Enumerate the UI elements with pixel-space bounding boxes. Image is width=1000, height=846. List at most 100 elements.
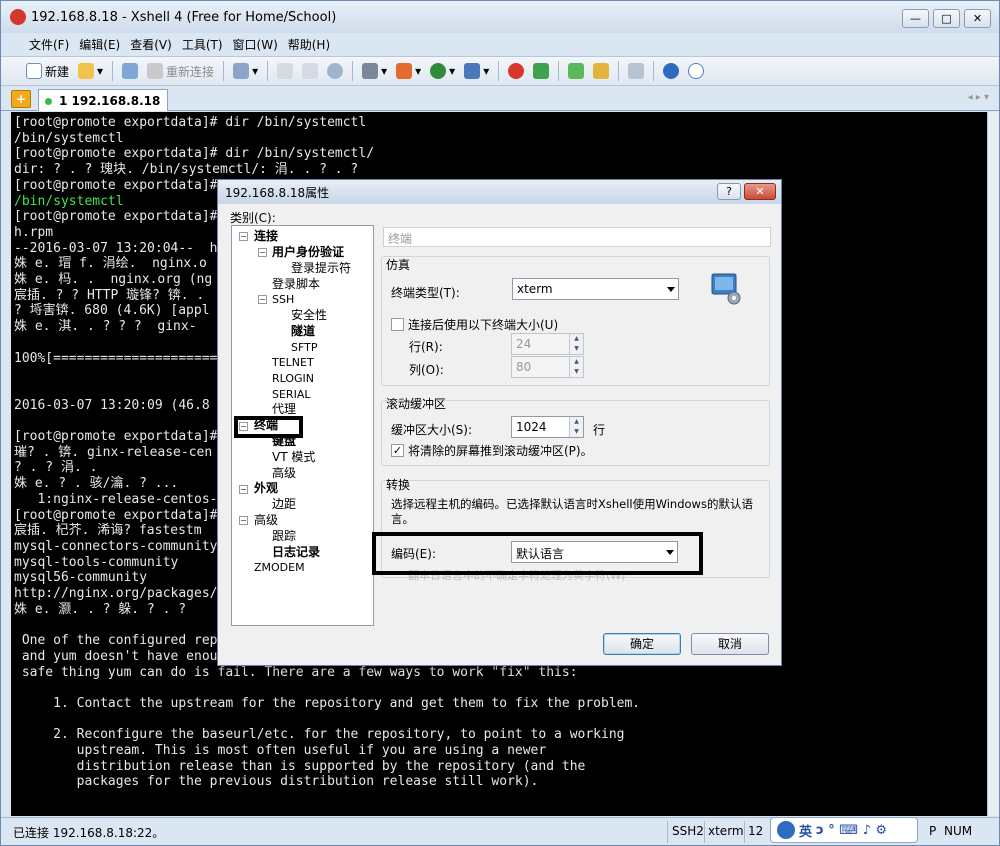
- tree-item-connection[interactable]: 连接: [254, 229, 278, 244]
- help-button[interactable]: [660, 60, 682, 82]
- tree-item-tunnel[interactable]: 隧道: [291, 324, 315, 339]
- terminal-line: [root@promote exportdata]#: [14, 507, 218, 523]
- collapse-icon[interactable]: −: [239, 232, 248, 241]
- paste-button[interactable]: [299, 60, 321, 82]
- menu-tools[interactable]: 工具(T): [182, 36, 223, 53]
- conversion-description: 选择远程主机的编码。已选择默认语言时Xshell使用Windows的默认语言。: [391, 497, 753, 526]
- cols-spinner[interactable]: 80 ▲ ▼: [511, 356, 584, 378]
- menu-view[interactable]: 查看(V): [130, 36, 172, 53]
- minimize-button[interactable]: —: [902, 9, 929, 28]
- dialog-help-button[interactable]: ?: [717, 183, 741, 200]
- print-button[interactable]: ▾: [359, 60, 390, 82]
- tree-item-advanced[interactable]: 高级: [254, 513, 278, 528]
- tree-item-sftp[interactable]: SFTP: [291, 340, 317, 355]
- dialog-close-button[interactable]: ✕: [744, 183, 776, 200]
- rows-spinner[interactable]: 24 ▲ ▼: [511, 333, 584, 355]
- menu-help[interactable]: 帮助(H): [288, 36, 330, 53]
- tree-item-security[interactable]: 安全性: [291, 308, 327, 323]
- lock-button[interactable]: [590, 60, 612, 82]
- tree-item-trace[interactable]: 跟踪: [272, 529, 296, 544]
- tree-item-rlogin[interactable]: RLOGIN: [272, 371, 314, 386]
- reconnect-label: 重新连接: [166, 64, 215, 79]
- chat-button[interactable]: [685, 60, 707, 82]
- menu-edit[interactable]: 编辑(E): [79, 36, 120, 53]
- xshell-button[interactable]: [505, 60, 527, 82]
- rows-label: 行(R):: [409, 340, 443, 354]
- tree-item-zmodem[interactable]: ZMODEM: [254, 560, 305, 575]
- reconnect-button[interactable]: 重新连接: [144, 60, 217, 82]
- tree-item-margin[interactable]: 边距: [272, 497, 296, 512]
- speech-bubble-icon: [688, 63, 705, 79]
- find-button[interactable]: [324, 60, 346, 82]
- scrollback-group: 滚动缓冲区 缓冲区大小(S): 1024 ▲ ▼ 行 ✓ 将清除的屏幕推到滚动缓冲区…: [381, 397, 770, 466]
- buffer-size-label: 缓冲区大小(S):: [391, 423, 473, 437]
- fullscreen-button[interactable]: [565, 60, 587, 82]
- tree-item-appearance[interactable]: 外观: [254, 481, 278, 496]
- buffer-unit: 行: [593, 423, 606, 437]
- keyboard-button[interactable]: [625, 60, 647, 82]
- add-tab-button[interactable]: +: [11, 90, 31, 108]
- keyboard-icon: [628, 63, 645, 79]
- buffer-size-spinner[interactable]: 1024 ▲ ▼: [511, 416, 584, 438]
- terminal-type-select[interactable]: xterm: [512, 278, 679, 300]
- session-properties-dialog: 192.168.8.18属性 ? ✕ 类别(C): − 连接 − 用户身份验证 …: [217, 179, 782, 666]
- tree-item-login-script[interactable]: 登录脚本: [272, 277, 320, 292]
- push-screen-checkbox[interactable]: ✓: [391, 444, 404, 457]
- xftp-button[interactable]: [530, 60, 552, 82]
- terminal-line: [root@promote exportdata]# dir /bin/syst…: [14, 146, 375, 162]
- toolbar-divider: [653, 61, 655, 81]
- tab-navigation[interactable]: ◂ ▸ ▾: [968, 92, 989, 103]
- collapse-icon[interactable]: −: [258, 248, 267, 257]
- close-window-button[interactable]: ✕: [964, 9, 991, 28]
- new-session-icon: [26, 63, 42, 79]
- session-tab[interactable]: 1 192.168.8.18: [38, 89, 168, 111]
- menu-window[interactable]: 窗口(W): [233, 36, 278, 53]
- collapse-icon[interactable]: −: [258, 295, 267, 304]
- color-scheme-button[interactable]: ▾: [393, 60, 424, 82]
- menu-file[interactable]: 文件(F): [29, 36, 69, 53]
- font-button[interactable]: ▾: [461, 60, 492, 82]
- tree-item-auth[interactable]: 用户身份验证: [272, 245, 344, 260]
- cancel-button[interactable]: 取消: [691, 633, 769, 655]
- terminal-scrollbar[interactable]: [987, 112, 999, 816]
- ime-toolbar[interactable]: 英 ɔ ° ⌨ ♪ ⚙: [770, 817, 918, 843]
- ok-button[interactable]: 确定: [603, 633, 681, 655]
- ime-language[interactable]: 英: [799, 821, 812, 840]
- category-label: 类别(C):: [230, 211, 276, 225]
- tree-item-advanced-terminal[interactable]: 高级: [272, 466, 296, 481]
- tree-item-login-prompt[interactable]: 登录提示符: [291, 261, 351, 276]
- use-size-checkbox[interactable]: [391, 318, 404, 331]
- toolbar-divider: [618, 61, 620, 81]
- properties-button[interactable]: ▾: [230, 60, 261, 82]
- copy-button[interactable]: [274, 60, 296, 82]
- maximize-button[interactable]: □: [933, 9, 960, 28]
- toolbar-divider: [558, 61, 560, 81]
- emulation-group-title: 仿真: [386, 258, 411, 272]
- font-icon: [464, 63, 481, 79]
- tree-item-vt-mode[interactable]: VT 模式: [272, 450, 315, 465]
- terminal-line: [root@promote exportdata]#: [14, 177, 218, 193]
- collapse-icon[interactable]: −: [239, 516, 248, 525]
- new-session-button[interactable]: 新建: [23, 60, 72, 82]
- tree-item-telnet[interactable]: TELNET: [272, 355, 314, 370]
- terminal-line: 姝 e. 杩. . nginx.org (ng: [14, 272, 213, 287]
- new-session-label: 新建: [45, 64, 70, 79]
- encoding-highlight-box: [372, 532, 703, 575]
- tree-item-serial[interactable]: SERIAL: [272, 387, 310, 402]
- ime-tools[interactable]: ɔ ° ⌨ ♪ ⚙: [816, 823, 887, 838]
- open-folder-button[interactable]: ▾: [75, 60, 106, 82]
- spinner-arrows-icon[interactable]: ▲ ▼: [569, 357, 583, 377]
- globe-button[interactable]: ▾: [427, 60, 458, 82]
- terminal-type-value: xterm: [517, 282, 553, 296]
- terminal-line: safe thing yum can do is fail. There are…: [14, 664, 578, 680]
- reconnect-icon: [147, 63, 164, 79]
- tree-item-ssh[interactable]: SSH: [272, 292, 294, 307]
- connect-icon-button[interactable]: [119, 60, 141, 82]
- spinner-arrows-icon[interactable]: ▲ ▼: [569, 417, 583, 437]
- spinner-arrows-icon[interactable]: ▲ ▼: [569, 334, 583, 354]
- terminal-line: /bin/systemctl: [14, 130, 124, 146]
- tree-item-logging[interactable]: 日志记录: [272, 545, 320, 560]
- tree-item-proxy[interactable]: 代理: [272, 402, 296, 417]
- toolbar-divider: [267, 61, 269, 81]
- collapse-icon[interactable]: −: [239, 485, 248, 494]
